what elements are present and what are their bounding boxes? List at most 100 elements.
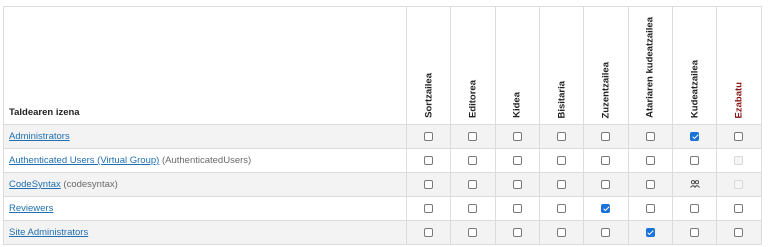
permission-checkbox[interactable] <box>601 155 611 165</box>
column-label: Sortzailea <box>423 73 435 118</box>
group-permissions-table: Taldearen izena Sortzailea Editorea Kide… <box>3 6 762 245</box>
permission-checkbox[interactable] <box>512 203 522 213</box>
group-link[interactable]: Reviewers <box>9 203 53 214</box>
permission-checkbox[interactable] <box>645 131 655 141</box>
group-id-alias: (AuthenticatedUsers) <box>161 155 252 166</box>
permission-cell <box>450 124 496 149</box>
permission-checkbox[interactable] <box>424 131 434 141</box>
table-row: Reviewers <box>3 196 762 221</box>
group-name-cell: Authenticated Users (Virtual Group) (Aut… <box>3 148 407 173</box>
permission-cell <box>494 124 540 149</box>
column-header-sortzailea: Sortzailea <box>405 6 452 125</box>
group-name-cell: Site Administrators <box>3 220 407 245</box>
permission-cell <box>538 148 585 173</box>
permission-checkbox[interactable] <box>424 203 434 213</box>
permission-checkbox[interactable] <box>690 203 700 213</box>
permission-checkbox[interactable] <box>468 203 478 213</box>
permission-checkbox[interactable] <box>645 155 655 165</box>
permission-checkbox <box>734 179 744 189</box>
column-label: Editorea <box>467 79 479 118</box>
permission-cell <box>671 172 718 197</box>
permission-checkbox[interactable] <box>557 179 567 189</box>
permission-checkbox[interactable] <box>512 131 522 141</box>
permission-checkbox[interactable] <box>601 131 611 141</box>
column-header-bisitaria: Bisitaria <box>538 6 585 125</box>
permission-checkbox[interactable] <box>645 203 655 213</box>
permission-checkbox[interactable] <box>424 227 434 237</box>
permission-checkbox[interactable] <box>468 227 478 237</box>
permission-checkbox[interactable] <box>734 227 744 237</box>
permission-checkbox[interactable] <box>424 155 434 165</box>
table-row: Administrators <box>3 124 762 149</box>
group-link[interactable]: Administrators <box>9 131 70 142</box>
column-header-kidea: Kidea <box>494 6 540 125</box>
permission-checkbox[interactable] <box>690 131 700 141</box>
permission-cell <box>627 220 673 245</box>
permission-checkbox[interactable] <box>512 155 522 165</box>
table-row: Site Administrators <box>3 220 762 245</box>
permission-checkbox[interactable] <box>645 227 655 237</box>
permission-cell <box>450 172 496 197</box>
permission-cell <box>627 172 673 197</box>
permission-cell <box>671 124 718 149</box>
group-name-cell: CodeSyntax (codesyntax) <box>3 172 407 197</box>
permission-cell <box>716 148 762 173</box>
permission-cell <box>583 220 629 245</box>
permission-cell <box>671 148 718 173</box>
group-name-cell: Administrators <box>3 124 407 149</box>
column-label: Ezabatu <box>733 81 745 118</box>
group-link[interactable]: CodeSyntax <box>9 179 61 190</box>
permission-cell <box>671 220 718 245</box>
permission-cell <box>583 124 629 149</box>
permission-cell <box>494 196 540 221</box>
group-name-header: Taldearen izena <box>3 6 407 125</box>
permission-checkbox[interactable] <box>601 203 611 213</box>
permission-cell <box>450 196 496 221</box>
permission-checkbox[interactable] <box>557 203 567 213</box>
permission-cell <box>405 196 452 221</box>
permission-cell <box>450 220 496 245</box>
permission-cell <box>538 196 585 221</box>
permission-checkbox[interactable] <box>734 131 744 141</box>
permission-checkbox[interactable] <box>690 227 700 237</box>
group-name-cell: Reviewers <box>3 196 407 221</box>
permission-cell <box>716 172 762 197</box>
permission-checkbox[interactable] <box>468 155 478 165</box>
inherited-group-icon <box>689 180 700 189</box>
permission-checkbox[interactable] <box>512 227 522 237</box>
column-label: Bisitaria <box>556 80 568 119</box>
permission-checkbox[interactable] <box>601 179 611 189</box>
table-row: CodeSyntax (codesyntax) <box>3 172 762 197</box>
group-link[interactable]: Authenticated Users (Virtual Group) <box>9 155 159 166</box>
column-header-atariaren-kudeatzailea: Atariaren kudeatzailea <box>627 6 673 125</box>
permission-cell <box>538 220 585 245</box>
permission-checkbox[interactable] <box>512 179 522 189</box>
column-header-editorea: Editorea <box>450 6 496 125</box>
permission-checkbox[interactable] <box>468 131 478 141</box>
permission-cell <box>450 148 496 173</box>
permission-checkbox[interactable] <box>557 227 567 237</box>
permission-checkbox[interactable] <box>734 203 744 213</box>
group-link[interactable]: Site Administrators <box>9 227 88 238</box>
permission-checkbox[interactable] <box>424 179 434 189</box>
permission-cell <box>671 196 718 221</box>
permission-cell <box>405 172 452 197</box>
permission-checkbox[interactable] <box>690 155 700 165</box>
column-header-zuzentzailea: Zuzentzailea <box>583 6 629 125</box>
permission-checkbox[interactable] <box>645 179 655 189</box>
permission-cell <box>716 220 762 245</box>
permission-cell <box>405 148 452 173</box>
permission-cell <box>583 196 629 221</box>
permission-cell <box>583 148 629 173</box>
column-label: Zuzentzailea <box>600 61 612 119</box>
permission-checkbox[interactable] <box>557 155 567 165</box>
permission-checkbox[interactable] <box>557 131 567 141</box>
permission-cell <box>627 124 673 149</box>
permission-checkbox[interactable] <box>601 227 611 237</box>
table-row: Authenticated Users (Virtual Group) (Aut… <box>3 148 762 173</box>
column-label: Kidea <box>511 92 523 118</box>
permission-checkbox[interactable] <box>468 179 478 189</box>
permission-cell <box>494 220 540 245</box>
permission-cell <box>538 172 585 197</box>
column-label: Atariaren kudeatzailea <box>644 17 656 118</box>
